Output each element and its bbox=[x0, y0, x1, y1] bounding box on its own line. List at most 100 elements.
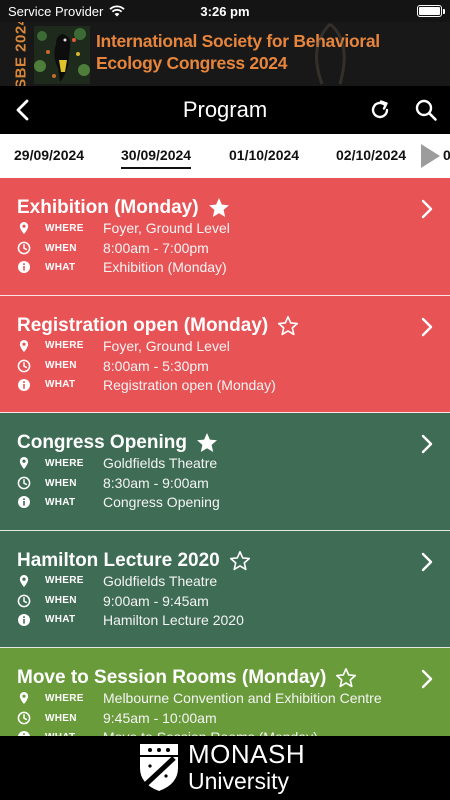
event-where-row: WHERE Foyer, Ground Level bbox=[17, 219, 230, 237]
carrier-label: Service Provider bbox=[8, 3, 104, 19]
chevron-right-icon[interactable] bbox=[420, 198, 434, 220]
location-pin-icon bbox=[19, 574, 29, 587]
clock-icon bbox=[17, 359, 31, 372]
refresh-icon[interactable] bbox=[368, 98, 392, 122]
star-outline-icon[interactable] bbox=[276, 314, 300, 338]
navigation-bar: Program bbox=[0, 86, 450, 134]
where-label: WHERE bbox=[45, 692, 84, 704]
when-label: WHEN bbox=[45, 242, 77, 254]
sponsor-footer: MONASH University bbox=[0, 736, 450, 800]
event-title-row: Exhibition (Monday) bbox=[17, 196, 231, 220]
event-card[interactable]: Congress Opening WHERE Goldfields Theatre W… bbox=[0, 413, 450, 531]
event-title: Hamilton Lecture 2020 bbox=[17, 549, 220, 571]
event-where-row: WHERE Foyer, Ground Level bbox=[17, 337, 230, 355]
tab-date-02-10[interactable]: 02/10/2024 bbox=[336, 147, 406, 163]
event-where-value: Goldfields Theatre bbox=[103, 455, 218, 471]
chevron-right-icon[interactable] bbox=[420, 668, 434, 690]
chevron-right-icon[interactable] bbox=[420, 316, 434, 338]
status-bar: Service Provider 3:26 pm bbox=[0, 0, 450, 22]
event-card[interactable]: Exhibition (Monday) WHERE Foyer, Ground Le… bbox=[0, 178, 450, 296]
event-what-value: Exhibition (Monday) bbox=[103, 259, 227, 275]
event-when-row: WHEN 8:00am - 5:30pm bbox=[17, 357, 209, 375]
when-label: WHEN bbox=[45, 712, 77, 724]
date-tabs: 29/09/2024 30/09/2024 01/10/2024 02/10/2… bbox=[0, 134, 450, 178]
location-pin-icon bbox=[19, 222, 29, 234]
chevron-right-icon[interactable] bbox=[420, 551, 434, 573]
event-title-row: Move to Session Rooms (Monday) bbox=[17, 666, 358, 690]
event-what-row: WHAT Registration open (Monday) bbox=[17, 376, 276, 394]
event-when-value: 8:00am - 7:00pm bbox=[103, 240, 209, 256]
event-card[interactable]: Move to Session Rooms (Monday) WHERE Melbo… bbox=[0, 648, 450, 736]
event-when-row: WHEN 9:45am - 10:00am bbox=[17, 709, 217, 727]
event-when-value: 9:45am - 10:00am bbox=[103, 710, 217, 726]
banner-decoration-icon bbox=[315, 22, 346, 85]
info-icon bbox=[18, 496, 30, 508]
where-label: WHERE bbox=[45, 222, 84, 234]
event-where-row: WHERE Goldfields Theatre bbox=[17, 454, 217, 472]
event-what-row: WHAT Hamilton Lecture 2020 bbox=[17, 611, 244, 629]
event-what-value: Congress Opening bbox=[103, 494, 220, 510]
event-when-row: WHEN 8:00am - 7:00pm bbox=[17, 239, 209, 257]
event-when-row: WHEN 8:30am - 9:00am bbox=[17, 474, 209, 492]
event-what-row: WHAT Exhibition (Monday) bbox=[17, 258, 227, 276]
tab-date-partial[interactable]: 0 bbox=[443, 147, 450, 163]
when-label: WHEN bbox=[45, 595, 77, 606]
monash-wordmark: MONASH University bbox=[188, 740, 305, 794]
event-where-row: WHERE Melbourne Convention and Exhibition… bbox=[17, 689, 382, 707]
event-where-value: Foyer, Ground Level bbox=[103, 337, 230, 354]
event-list: Exhibition (Monday) WHERE Foyer, Ground Le… bbox=[0, 178, 450, 736]
when-label: WHEN bbox=[45, 477, 77, 489]
star-filled-icon[interactable] bbox=[207, 196, 231, 220]
star-outline-icon[interactable] bbox=[334, 666, 358, 690]
brand-line2: University bbox=[188, 768, 289, 794]
what-label: WHAT bbox=[45, 261, 76, 273]
scroll-right-arrow-icon[interactable] bbox=[418, 142, 442, 170]
event-when-value: 8:30am - 9:00am bbox=[103, 475, 209, 491]
event-card[interactable]: Registration open (Monday) WHERE Foyer, Gr… bbox=[0, 295, 450, 413]
clock-icon bbox=[17, 594, 31, 607]
where-label: WHERE bbox=[45, 340, 84, 351]
event-where-value: Foyer, Ground Level bbox=[103, 220, 230, 236]
event-what-row: WHAT Congress Opening bbox=[17, 493, 220, 511]
carrier: Service Provider bbox=[8, 3, 126, 19]
location-pin-icon bbox=[19, 692, 29, 704]
search-icon[interactable] bbox=[414, 98, 438, 122]
chevron-right-icon[interactable] bbox=[420, 433, 434, 455]
back-arrow-icon[interactable] bbox=[12, 98, 36, 122]
star-outline-icon[interactable] bbox=[228, 549, 252, 573]
event-title-row: Congress Opening bbox=[17, 431, 219, 455]
event-when-value: 9:00am - 9:45am bbox=[103, 592, 209, 609]
event-what-row: WHATMove to Session Rooms (Monday) bbox=[17, 728, 318, 736]
cockatoo-illustration-icon bbox=[34, 26, 90, 84]
congress-banner: ISBE 2024 International Society for Beha… bbox=[0, 22, 450, 86]
wifi-icon bbox=[109, 5, 126, 17]
event-card[interactable]: Hamilton Lecture 2020 WHERE Goldfields The… bbox=[0, 530, 450, 648]
brand-line1: MONASH bbox=[188, 739, 306, 769]
event-what-value: Hamilton Lecture 2020 bbox=[103, 611, 244, 628]
when-label: WHEN bbox=[45, 360, 77, 371]
event-what-value: Registration open (Monday) bbox=[103, 376, 276, 393]
info-icon bbox=[18, 613, 30, 626]
event-when-value: 8:00am - 5:30pm bbox=[103, 357, 209, 374]
tab-date-30-09[interactable]: 30/09/2024 bbox=[121, 147, 192, 169]
battery-icon bbox=[417, 5, 445, 17]
star-filled-icon[interactable] bbox=[195, 431, 219, 455]
event-title: Registration open (Monday) bbox=[17, 314, 269, 336]
event-title: Congress Opening bbox=[17, 432, 187, 453]
tab-date-29-09[interactable]: 29/09/2024 bbox=[14, 147, 84, 163]
where-label: WHERE bbox=[45, 575, 84, 586]
event-where-row: WHERE Goldfields Theatre bbox=[17, 572, 217, 590]
event-where-value: Melbourne Convention and Exhibition Cent… bbox=[103, 690, 382, 706]
what-label: WHAT bbox=[45, 496, 76, 508]
tab-date-01-10[interactable]: 01/10/2024 bbox=[229, 147, 299, 163]
info-icon bbox=[18, 378, 30, 391]
event-title: Exhibition (Monday) bbox=[17, 197, 199, 218]
event-where-value: Goldfields Theatre bbox=[103, 572, 218, 589]
event-title: Move to Session Rooms (Monday) bbox=[17, 667, 327, 688]
where-label: WHERE bbox=[45, 457, 84, 469]
info-icon bbox=[18, 261, 30, 273]
location-pin-icon bbox=[19, 339, 29, 352]
clock-icon bbox=[17, 476, 31, 490]
event-what-value: Move to Session Rooms (Monday) bbox=[103, 729, 318, 736]
what-label: WHAT bbox=[45, 379, 76, 390]
